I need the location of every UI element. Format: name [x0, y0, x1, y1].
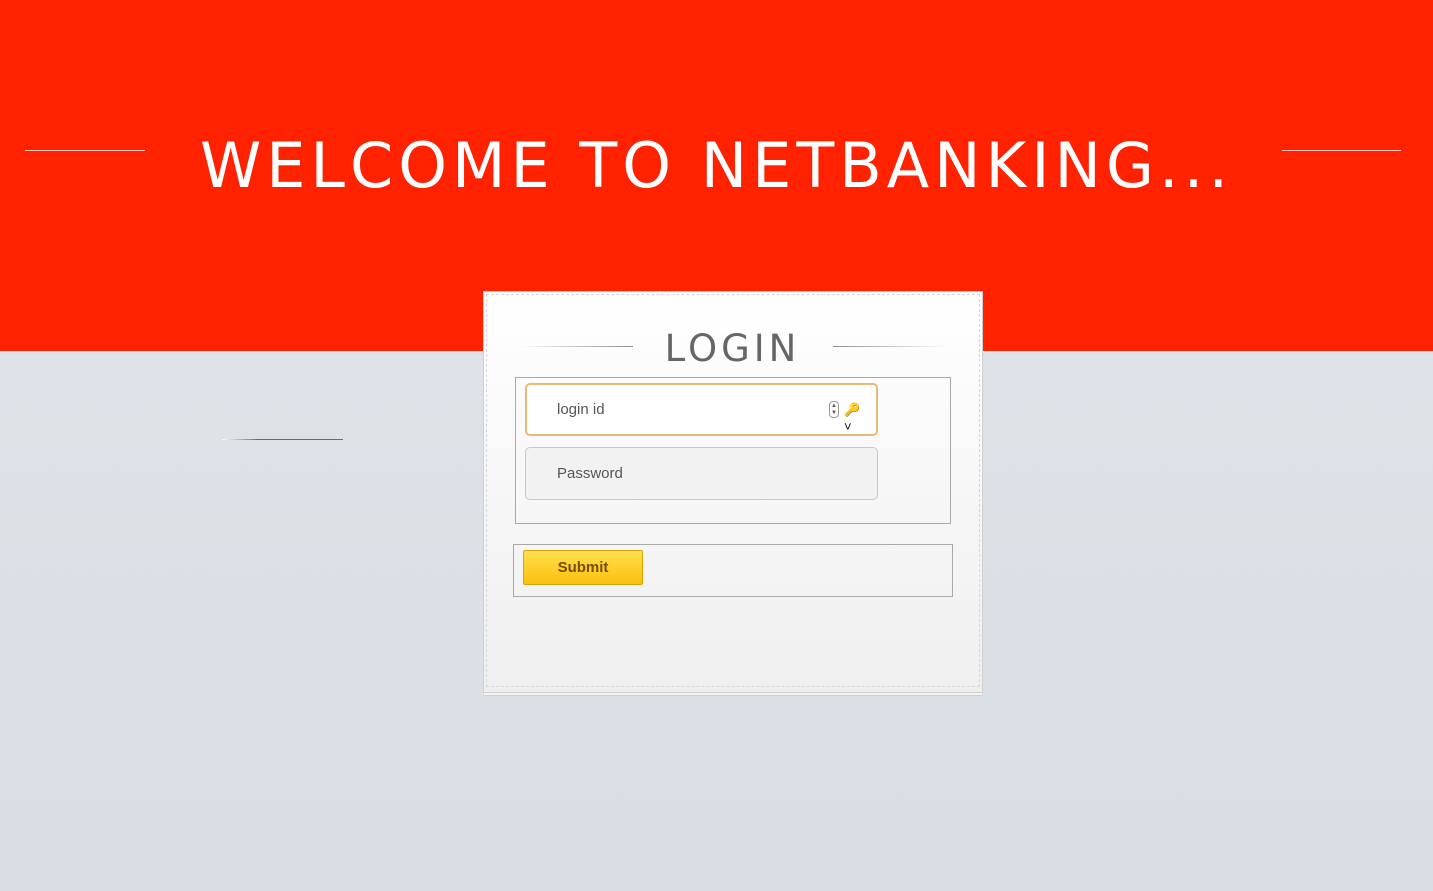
- submit-button[interactable]: Submit: [523, 550, 643, 585]
- autofill-controls[interactable]: ▲ ▼ 🔑˅: [829, 401, 863, 434]
- password-input[interactable]: Password: [525, 447, 878, 500]
- login-title: LOGIN: [664, 327, 801, 370]
- decorative-line: [222, 439, 343, 440]
- login-id-input[interactable]: login id: [525, 383, 878, 436]
- page-title: WELCOME TO NETBANKING...: [199, 129, 1234, 202]
- stepper-icon[interactable]: ▲ ▼: [829, 401, 839, 418]
- key-icon[interactable]: 🔑˅: [844, 401, 863, 435]
